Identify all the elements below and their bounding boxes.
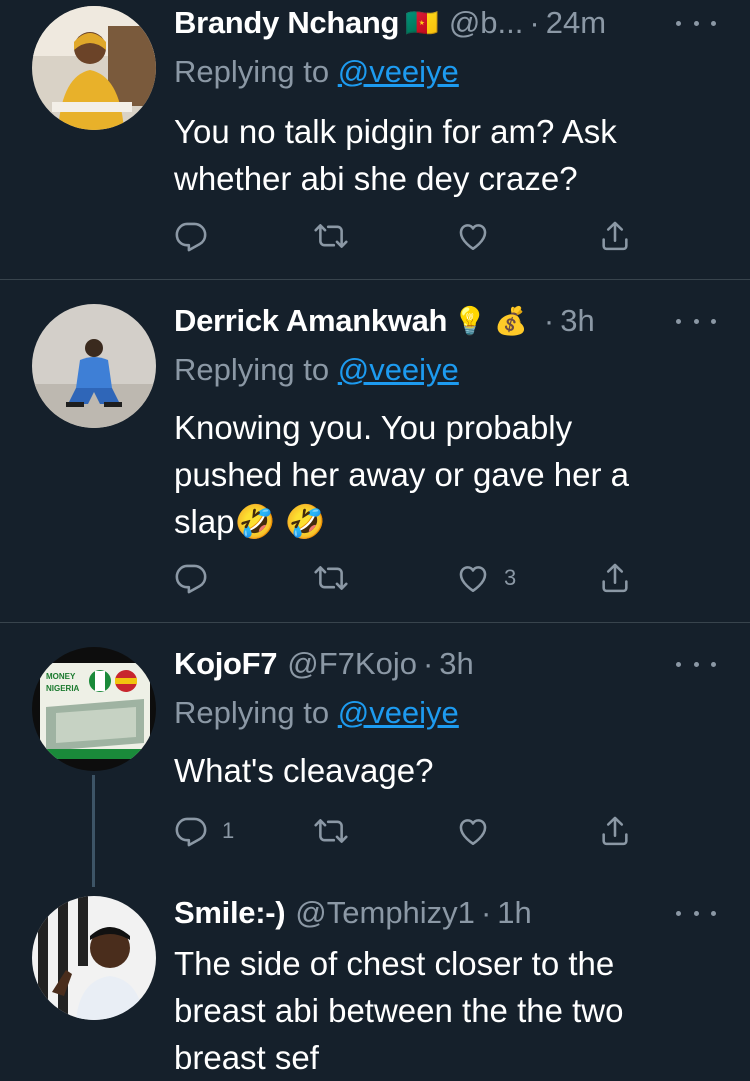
mention-link[interactable]: @veeiye [338,695,459,730]
more-icon[interactable] [676,306,716,336]
reply-button[interactable] [174,558,222,598]
reply-button[interactable] [174,216,222,256]
more-icon[interactable] [676,898,716,928]
replying-to: Replying to @veeiye [174,352,459,388]
replying-label: Replying to [174,695,330,730]
handle[interactable]: @Temphizy1 [295,895,475,931]
tweet-derrick[interactable]: Derrick Amankwah 💡 💰 · 3h Replying to @v… [0,280,750,620]
like-icon [456,561,490,595]
timestamp[interactable]: 1h [497,895,531,931]
share-button[interactable] [598,216,632,256]
share-icon [598,561,632,595]
action-bar: 3 [174,558,644,598]
tweet-kojo[interactable]: MONEY NIGERIA KojoF7 @F7Kojo · 3h Replyi… [0,623,750,887]
avatar-text-1: MONEY [46,672,76,681]
tweet-text: What's cleavage? [174,752,434,789]
more-icon[interactable] [676,649,716,679]
separator-dot: · [543,303,555,338]
display-name[interactable]: Smile:-) [174,895,286,931]
reply-count: 1 [222,818,235,843]
avatar[interactable]: MONEY NIGERIA [32,647,156,771]
share-icon [598,219,632,253]
avatar[interactable] [32,6,156,130]
like-button[interactable]: 3 [456,558,516,598]
more-icon[interactable] [676,8,716,38]
like-icon [456,814,490,848]
retweet-button[interactable] [314,811,362,851]
tweet-header: KojoF7 @F7Kojo · 3h [174,641,670,687]
like-button[interactable] [456,216,504,256]
retweet-button[interactable] [314,216,362,256]
handle[interactable]: @F7Kojo [287,646,417,682]
like-button[interactable] [456,811,504,851]
display-name[interactable]: KojoF7 [174,646,278,682]
replying-to: Replying to @veeiye [174,54,459,90]
reply-icon [174,561,208,595]
handle[interactable]: @b... [449,5,524,41]
tweet-text: You no talk pidgin for am? Ask whether a… [174,113,617,197]
reply-button[interactable]: 1 [174,811,234,851]
retweet-button[interactable] [314,558,362,598]
tweet-brandy[interactable]: Brandy Nchang 🇨🇲 @b... · 24m Replying to… [0,0,750,280]
profile-emoji: 💡 💰 [453,306,528,336]
timestamp[interactable]: 3h [439,646,473,682]
tweet-text: The side of chest closer to the breast a… [174,945,624,1076]
mention-link[interactable]: @veeiye [338,352,459,387]
timestamp[interactable]: 24m [546,5,606,41]
retweet-icon [314,561,348,595]
display-name[interactable]: Derrick Amankwah [174,303,447,339]
thread-line [92,775,95,887]
replying-label: Replying to [174,352,330,387]
avatar-text-2: NIGERIA [46,684,80,693]
retweet-icon [314,219,348,253]
flag-emoji: 🇨🇲 [405,8,439,38]
tweet-header: Smile:-) @Temphizy1 · 1h [174,890,670,936]
timestamp[interactable]: 3h [560,303,594,339]
action-bar [174,216,644,256]
reply-icon [174,814,208,848]
tweet-text: Knowing you. You probably pushed her awa… [174,409,629,540]
share-icon [598,814,632,848]
tweet-smile[interactable]: Smile:-) @Temphizy1 · 1h The side of che… [0,880,750,1076]
tweet-header: Brandy Nchang 🇨🇲 @b... · 24m [174,0,670,46]
avatar[interactable] [32,896,156,1020]
separator-dot: · [529,5,540,40]
replying-label: Replying to [174,54,330,89]
like-icon [456,219,490,253]
separator-dot: · [480,895,492,930]
like-count: 3 [504,565,517,590]
avatar[interactable] [32,304,156,428]
share-button[interactable] [598,558,632,598]
replying-to: Replying to @veeiye [174,695,459,731]
action-bar: 1 [174,811,644,851]
retweet-icon [314,814,348,848]
share-button[interactable] [598,811,632,851]
display-name[interactable]: Brandy Nchang [174,5,400,41]
separator-dot: · [422,646,434,681]
tweet-header: Derrick Amankwah 💡 💰 · 3h [174,298,670,344]
reply-icon [174,219,208,253]
mention-link[interactable]: @veeiye [338,54,459,89]
